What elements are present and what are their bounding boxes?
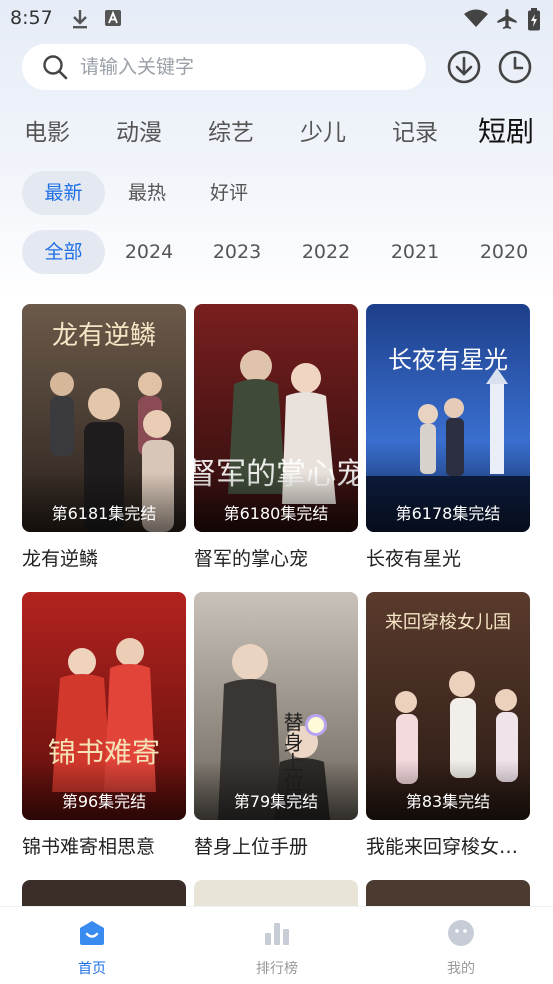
drama-title[interactable]: 替身上位手册 [194,832,358,859]
drama-title[interactable]: 督军的掌心宠 [194,544,358,571]
download-icon [447,50,481,84]
ranking-chart-icon [263,919,291,951]
search-icon [42,54,68,84]
drama-card-partial[interactable] [366,880,530,908]
wifi-icon [463,8,489,32]
svg-text:长夜有星光: 长夜有星光 [388,346,508,374]
status-bar: 8:57 [0,0,553,38]
drama-card-partial[interactable] [22,880,186,908]
episode-badge: 第96集完结 [61,792,147,811]
tab-documentary[interactable]: 记录 [392,113,438,147]
search-box[interactable] [22,44,426,90]
episode-badge: 第83集完结 [405,792,491,811]
status-time: 8:57 [10,7,53,29]
year-filter-2023[interactable]: 2023 [206,230,268,274]
year-filter-2021[interactable]: 2021 [384,230,446,274]
poster-image[interactable]: 督军的掌心宠 第6180集完结 [194,304,358,532]
nav-home[interactable]: 首页 [32,907,152,984]
poster-image[interactable]: 来回穿梭女儿国 第83集完结 [366,592,530,820]
tab-movie[interactable]: 电影 [24,113,70,147]
drama-title[interactable]: 锦书难寄相思意 [22,832,186,859]
drama-card[interactable]: 替身上位手 第79集完结 替身上位手册 [194,592,358,859]
nav-profile[interactable]: 我的 [401,907,521,984]
filter-latest[interactable]: 最新 [22,171,105,215]
episode-badge: 第79集完结 [233,792,319,811]
filter-top-rated[interactable]: 好评 [196,171,262,215]
tab-variety[interactable]: 综艺 [208,113,254,147]
nav-profile-label: 我的 [447,961,475,977]
year-filter-2022[interactable]: 2022 [295,230,357,274]
profile-face-icon [447,919,475,951]
floating-assistive-button[interactable] [305,714,327,736]
history-button[interactable] [497,49,533,85]
nav-ranking[interactable]: 排行榜 [217,907,337,984]
episode-badge: 第6181集完结 [51,504,157,523]
poster-image[interactable]: 龙有逆鳞 第6181集完结 [22,304,186,532]
drama-card-partial[interactable] [194,880,358,908]
drama-title[interactable]: 我能来回穿梭女儿国 [366,832,530,859]
home-icon [78,919,106,951]
battery-icon [527,8,541,36]
history-clock-icon [498,50,532,84]
poster-image[interactable]: 长夜有星光 第6178集完结 [366,304,530,532]
year-filter-2024[interactable]: 2024 [118,230,180,274]
download-button[interactable] [446,49,482,85]
poster-image[interactable]: 替身上位手 第79集完结 [194,592,358,820]
drama-card[interactable]: 龙有逆鳞 第6181集完结 龙有逆鳞 [22,304,186,571]
episode-badge: 第6180集完结 [223,504,329,523]
nav-ranking-label: 排行榜 [256,961,298,977]
download-icon [70,8,90,34]
svg-text:龙有逆鳞: 龙有逆鳞 [52,321,156,351]
drama-card[interactable]: 督军的掌心宠 第6180集完结 督军的掌心宠 [194,304,358,571]
search-input[interactable] [80,44,410,90]
year-filter-all[interactable]: 全部 [22,230,105,274]
nav-home-label: 首页 [78,961,106,977]
episode-badge: 第6178集完结 [395,504,501,523]
airplane-icon [496,8,518,34]
drama-card[interactable]: 长夜有星光 第6178集完结 长夜有星光 [366,304,530,571]
tab-short-drama[interactable]: 短剧 [478,110,534,150]
drama-title[interactable]: 龙有逆鳞 [22,544,186,571]
bottom-nav: 首页 排行榜 我的 [0,906,553,984]
tab-kids[interactable]: 少儿 [300,113,346,147]
drama-card[interactable]: 来回穿梭女儿国 第83集完结 我能来回穿梭女儿国 [366,592,530,859]
poster-image[interactable]: 锦书难寄 第96集完结 [22,592,186,820]
a-notification-icon [104,8,122,32]
drama-title[interactable]: 长夜有星光 [366,544,530,571]
tab-anime[interactable]: 动漫 [116,113,162,147]
drama-card[interactable]: 锦书难寄 第96集完结 锦书难寄相思意 [22,592,186,859]
svg-text:来回穿梭女儿国: 来回穿梭女儿国 [385,612,511,633]
year-filter-2020[interactable]: 2020 [473,230,535,274]
filter-hottest[interactable]: 最热 [114,171,180,215]
